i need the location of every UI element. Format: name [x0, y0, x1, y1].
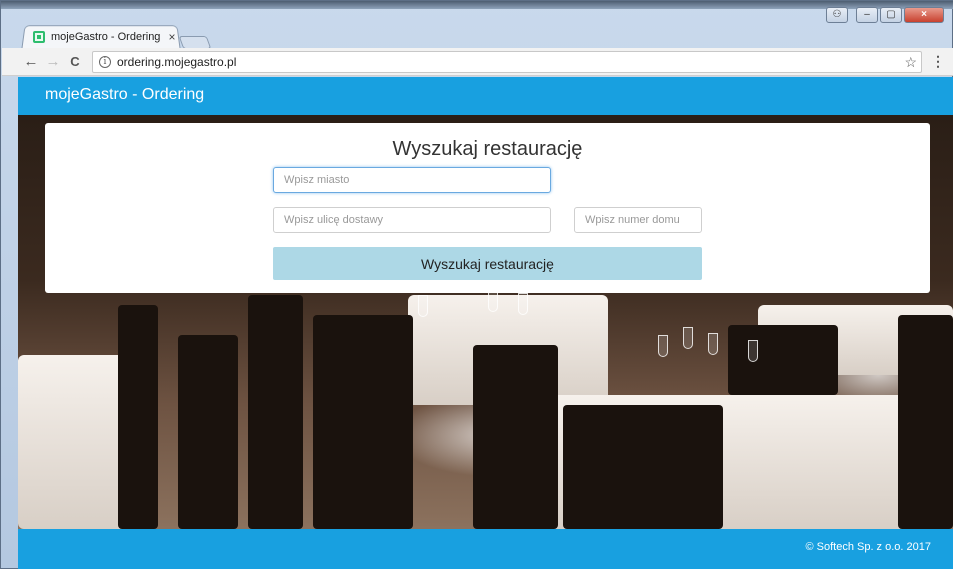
- browser-window: mojeGastro - Ordering × ⚇ – ▢ × ← → C i …: [0, 0, 953, 569]
- brand-link[interactable]: mojeGastro - Ordering: [45, 86, 204, 104]
- tab-title: mojeGastro - Ordering: [51, 31, 161, 43]
- window-controls: ⚇ – ▢ ×: [826, 7, 944, 23]
- browser-menu-icon[interactable]: ⋮: [931, 53, 945, 70]
- chair-decor: [313, 315, 413, 529]
- favicon-icon: [33, 31, 45, 43]
- search-panel: Wyszukaj restaurację Wpisz miasto Wpisz …: [45, 123, 930, 293]
- forward-arrow-icon[interactable]: →: [42, 53, 64, 70]
- chair-decor: [563, 405, 723, 529]
- glass-decor: [683, 327, 693, 349]
- street-input[interactable]: Wpisz ulicę dostawy: [273, 207, 551, 233]
- footer: © Softech Sp. z o.o. 2017: [18, 529, 953, 569]
- hero-background: Wyszukaj restaurację Wpisz miasto Wpisz …: [18, 115, 953, 529]
- chair-decor: [178, 335, 238, 529]
- city-input[interactable]: Wpisz miasto: [273, 167, 551, 193]
- reload-icon[interactable]: C: [64, 54, 86, 69]
- tab-bar: mojeGastro - Ordering ×: [1, 7, 953, 50]
- url-text[interactable]: ordering.mojegastro.pl: [117, 55, 236, 69]
- glass-decor: [488, 290, 498, 312]
- web-page: mojeGastro - Ordering Wyszukaj restaurac: [18, 77, 953, 569]
- chair-decor: [248, 295, 303, 529]
- chair-decor: [728, 325, 838, 395]
- glass-decor: [518, 293, 528, 315]
- browser-toolbar: ← → C i ordering.mojegastro.pl ☆ ⋮: [2, 48, 953, 76]
- house-number-input[interactable]: Wpisz numer domu: [574, 207, 702, 233]
- copyright-text: © Softech Sp. z o.o. 2017: [805, 541, 931, 553]
- chair-decor: [118, 305, 158, 529]
- glass-decor: [748, 340, 758, 362]
- chair-decor: [898, 315, 953, 529]
- user-icon[interactable]: ⚇: [826, 7, 848, 23]
- maximize-button[interactable]: ▢: [880, 7, 902, 23]
- info-icon[interactable]: i: [99, 56, 111, 68]
- glass-decor: [418, 295, 428, 317]
- bookmark-star-icon[interactable]: ☆: [904, 54, 917, 71]
- tab-close-icon[interactable]: ×: [165, 30, 179, 44]
- tab-content[interactable]: mojeGastro - Ordering ×: [29, 27, 179, 47]
- back-arrow-icon[interactable]: ←: [20, 53, 42, 70]
- minimize-button[interactable]: –: [856, 7, 878, 23]
- address-bar[interactable]: i ordering.mojegastro.pl ☆: [92, 51, 922, 73]
- glass-decor: [658, 335, 668, 357]
- top-navbar: mojeGastro - Ordering: [18, 77, 953, 115]
- search-title: Wyszukaj restaurację: [392, 138, 583, 160]
- chair-decor: [473, 345, 558, 529]
- search-restaurants-button[interactable]: Wyszukaj restaurację: [273, 247, 702, 280]
- glass-decor: [708, 333, 718, 355]
- close-window-button[interactable]: ×: [904, 7, 944, 23]
